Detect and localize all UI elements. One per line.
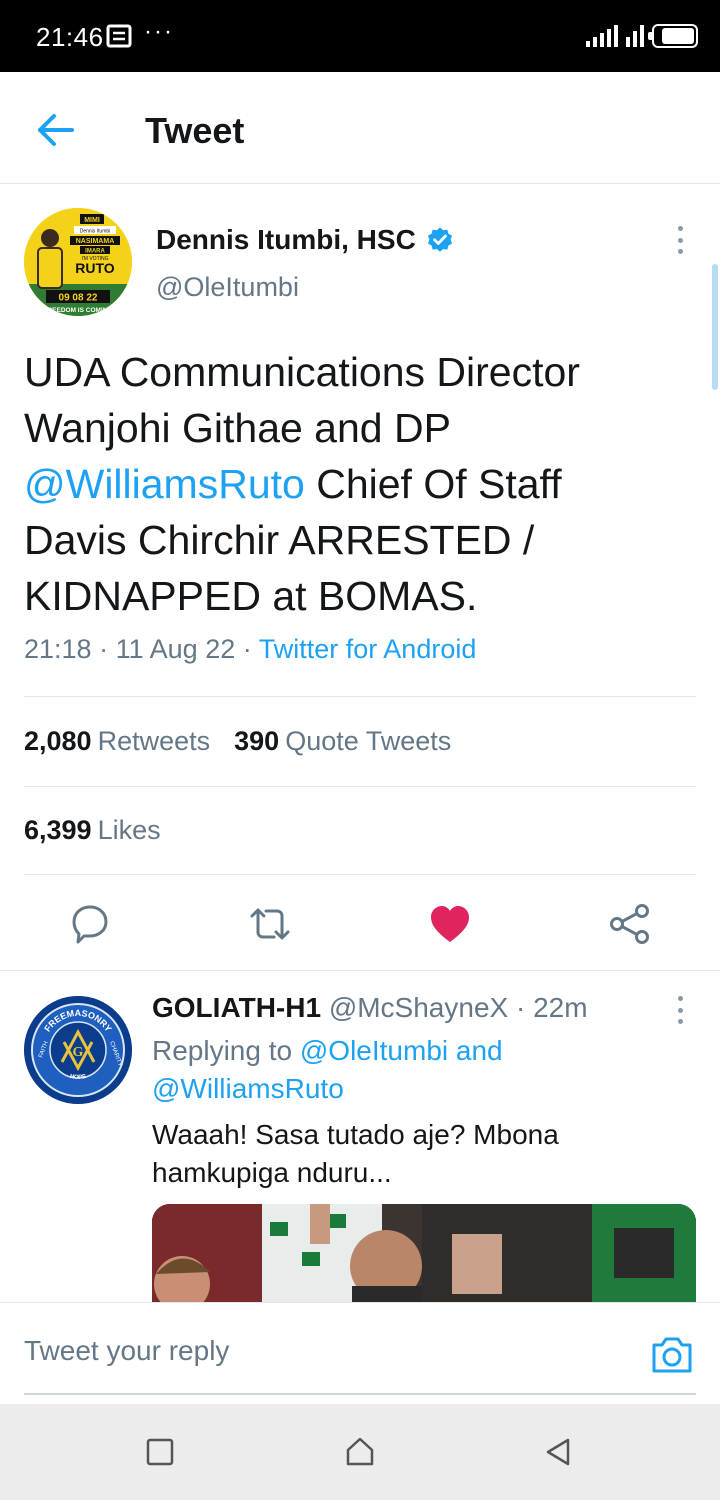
tweet-text: UDA Communications Director Wanjohi Gith… [24,344,674,624]
tweet-text-part1: UDA Communications Director Wanjohi Gith… [24,349,580,451]
reply-author-handle[interactable]: @McShayneX [329,992,508,1023]
divider [24,786,696,787]
reply-separator: · [515,992,526,1023]
page-title: Tweet [145,110,245,151]
stats-row: 2,080 Retweets 390 Quote Tweets [24,726,451,757]
likes-label: Likes [97,815,161,845]
reply-author-avatar[interactable]: FREEMASONRY HOPE FAITH CHARITY G [24,996,132,1104]
retweets-stat[interactable]: 2,080 Retweets [24,726,210,757]
status-more-icon: ··· [144,18,174,45]
back-arrow-icon[interactable] [32,108,80,152]
author-avatar[interactable]: MIMI Dennis Itumbi NASIMAMA IMARA I'M VO… [24,208,132,316]
replying-user-2[interactable]: @WilliamsRuto [152,1073,344,1104]
retweets-count: 2,080 [24,726,92,756]
battery-icon [648,24,698,48]
system-nav-bar [0,1404,720,1500]
reply-text: Waaah! Sasa tutado aje? Mbona hamkupiga … [152,1119,559,1188]
share-icon[interactable] [608,902,652,946]
divider [24,696,696,697]
section-divider [0,970,720,971]
home-icon[interactable] [342,1434,378,1470]
svg-text:MIMI: MIMI [84,217,100,224]
meta-separator-2: · [242,634,252,664]
more-options-icon[interactable] [666,222,694,258]
meta-separator: · [99,634,109,664]
reply-bar: Tweet your reply [0,1302,720,1404]
scrollbar[interactable] [712,264,718,390]
tweet-actions [0,876,720,970]
status-time: 21:46 [36,22,104,52]
reply-header: GOLIATH-H1 @McShayneX · 22m [152,992,588,1024]
divider [24,874,696,875]
retweet-icon[interactable] [248,902,292,946]
signal-2-icon [626,25,644,47]
tweet-meta: 21:18 · 11 Aug 22 · Twitter for Android [24,634,476,665]
likes-row: 6,399 Likes [24,815,161,846]
author-avatar-image: MIMI Dennis Itumbi NASIMAMA IMARA I'M VO… [24,208,132,316]
reply-input-underline [24,1393,696,1395]
replying-to: Replying to @OleItumbi and @WilliamsRuto [152,1032,672,1108]
header: Tweet [0,72,720,184]
svg-text:IMARA: IMARA [85,249,105,255]
verified-badge-icon [427,227,452,252]
reply-media-image[interactable] [152,1204,696,1304]
mention-link[interactable]: @WilliamsRuto [24,461,305,507]
svg-text:09 08 22: 09 08 22 [59,293,98,304]
reply-author-name[interactable]: GOLIATH-H1 [152,992,321,1023]
notification-icon [106,24,132,48]
author-name-text: Dennis Itumbi, HSC [156,224,416,255]
reply-input[interactable]: Tweet your reply [24,1335,624,1367]
quote-tweets-label: Quote Tweets [285,726,452,756]
svg-text:FREEDOM IS COMING: FREEDOM IS COMING [44,307,113,314]
retweets-label: Retweets [97,726,211,756]
svg-text:Dennis Itumbi: Dennis Itumbi [80,229,111,235]
likes-count: 6,399 [24,815,92,845]
comment-icon[interactable] [68,902,112,946]
svg-text:G: G [73,1045,84,1060]
back-triangle-icon[interactable] [540,1434,576,1470]
svg-text:HOPE: HOPE [69,1074,87,1081]
author-name[interactable]: Dennis Itumbi, HSC [156,224,454,256]
svg-text:RUTO: RUTO [75,260,115,276]
replying-user-1[interactable]: @OleItumbi [300,1035,448,1066]
status-indicators [586,22,698,50]
heart-filled-icon[interactable] [428,902,472,946]
tweet-source-link[interactable]: Twitter for Android [259,634,477,664]
recents-square-icon[interactable] [142,1434,178,1470]
reply-more-options-icon[interactable] [666,992,694,1028]
svg-text:NASIMAMA: NASIMAMA [76,238,115,245]
tweet-time: 21:18 [24,634,92,664]
quote-tweets-count: 390 [234,726,280,756]
replying-prefix: Replying to [152,1035,300,1066]
status-bar: 21:46 ··· [0,0,720,72]
likes-stat[interactable]: 6,399 Likes [24,815,161,846]
crowd-photo [152,1204,696,1304]
reply-avatar-image: FREEMASONRY HOPE FAITH CHARITY G [24,996,132,1104]
quote-tweets-stat[interactable]: 390 Quote Tweets [234,726,451,757]
camera-icon[interactable] [650,1333,694,1377]
tweet-date: 11 Aug 22 [115,634,236,664]
replying-and: and [448,1035,503,1066]
author-handle[interactable]: @OleItumbi [156,272,299,303]
reply-time: 22m [533,992,588,1023]
signal-icon [586,25,618,47]
